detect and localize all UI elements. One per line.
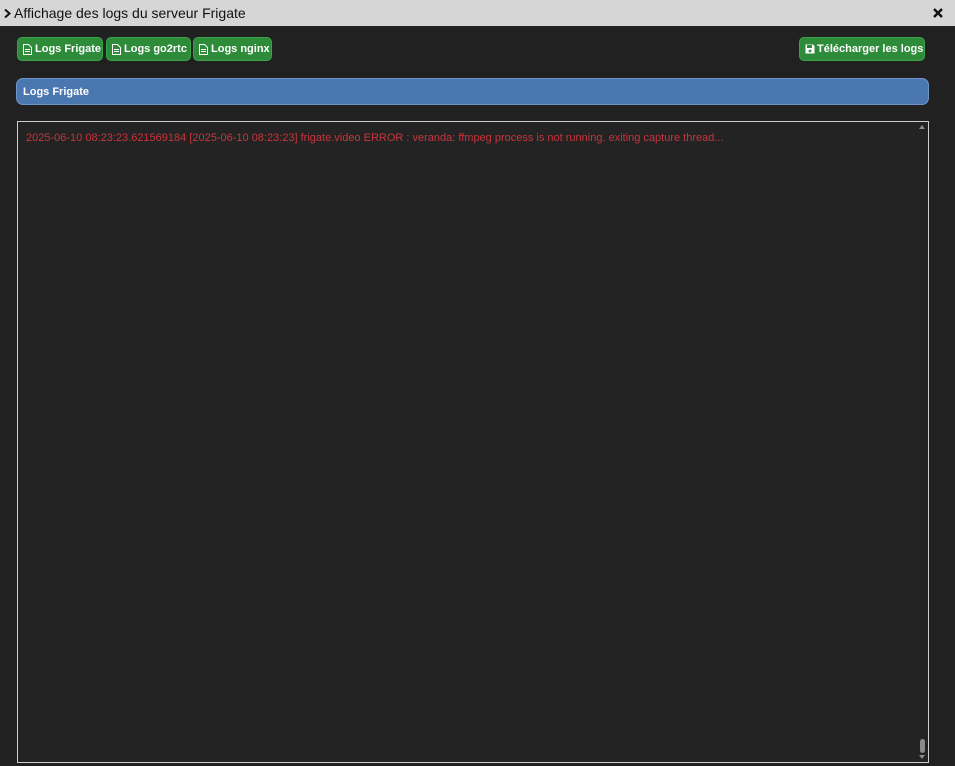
file-icon [23, 43, 32, 55]
logs-frigate-button[interactable]: Logs Frigate [17, 37, 103, 61]
scroll-down-icon[interactable] [919, 755, 925, 759]
download-logs-label: Télécharger les logs [817, 43, 924, 55]
logs-nginx-button[interactable]: Logs nginx [193, 37, 272, 61]
chevron-right-icon[interactable] [1, 0, 14, 26]
scrollbar-thumb[interactable] [920, 739, 925, 753]
log-line: 2025-06-10 08:23:23.621569184 [2025-06-1… [26, 132, 724, 144]
logs-go2rtc-label: Logs go2rtc [124, 43, 187, 55]
scroll-up-icon[interactable] [919, 125, 925, 129]
panel-title: Logs Frigate [16, 78, 929, 105]
file-icon [112, 43, 121, 55]
window-titlebar: Affichage des logs du serveur Frigate [0, 0, 955, 26]
save-icon [805, 44, 815, 55]
close-icon[interactable] [929, 4, 947, 22]
download-logs-button[interactable]: Télécharger les logs [799, 37, 925, 61]
logs-nginx-label: Logs nginx [211, 43, 270, 55]
logs-frigate-label: Logs Frigate [35, 43, 102, 55]
panel-title-text: Logs Frigate [23, 85, 90, 98]
window-title: Affichage des logs du serveur Frigate [14, 5, 246, 21]
log-output[interactable]: 2025-06-10 08:23:23.621569184 [2025-06-1… [17, 121, 929, 763]
file-icon [199, 43, 208, 55]
logs-go2rtc-button[interactable]: Logs go2rtc [106, 37, 191, 61]
